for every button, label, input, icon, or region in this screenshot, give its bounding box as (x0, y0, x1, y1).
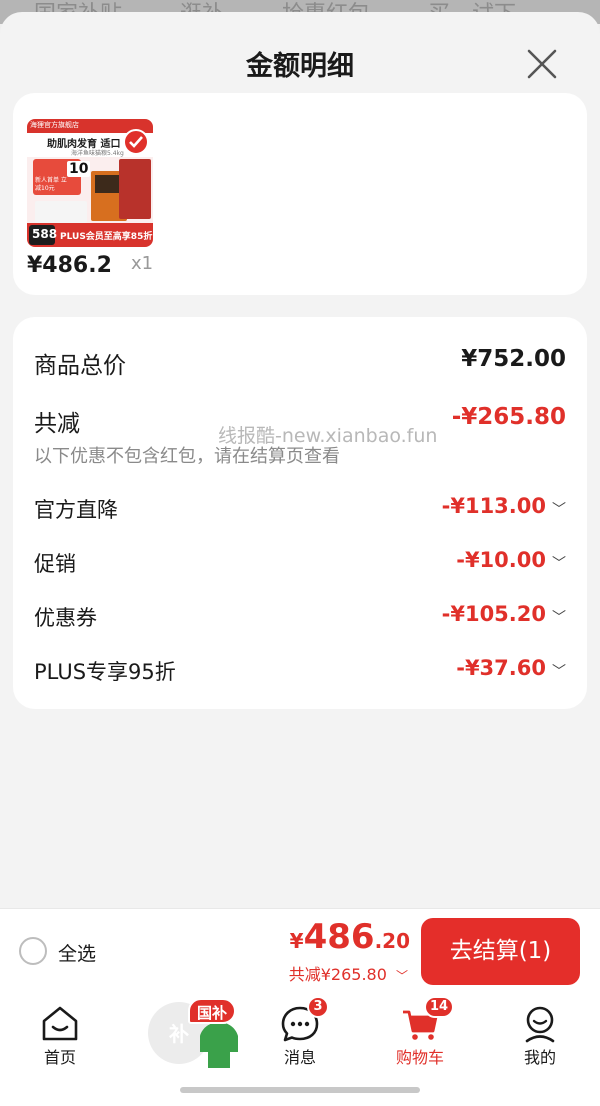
price-currency: ¥ (289, 929, 304, 953)
message-badge: 3 (307, 996, 329, 1018)
thumb-promo-text: PLUS会员至高享85折 (60, 232, 153, 242)
chevron-down-icon: ﹀ (395, 969, 408, 983)
checkout-bar: 全选 ¥486.20 共减¥265.80 ﹀ 去结算(1) (0, 908, 600, 992)
discount-row-official[interactable]: 官方直降 -¥113.00 ﹀ (34, 494, 566, 524)
check-icon (123, 129, 149, 155)
discount-label: PLUS专享95折 (34, 660, 176, 684)
tab-cart[interactable]: 14 购物车 (360, 992, 480, 1072)
discount-row-coupon[interactable]: 优惠券 -¥105.20 ﹀ (34, 602, 566, 632)
home-icon (42, 1006, 78, 1041)
select-all-label[interactable]: 全选 (58, 939, 96, 966)
watermark: 线报酷-new.xianbao.fun (218, 425, 438, 447)
tab-profile[interactable]: 我的 (480, 992, 600, 1072)
discount-value: -¥37.60 (456, 656, 546, 680)
thumb-sub: 海洋鱼味猫粮5.4kg (71, 150, 124, 157)
select-all-checkbox[interactable] (19, 937, 47, 965)
chevron-down-icon: ﹀ (552, 663, 566, 680)
discount-value: -¥113.00 (441, 494, 546, 518)
tab-home[interactable]: 首页 (0, 992, 120, 1072)
discount-value: -¥10.00 (456, 548, 546, 572)
checkout-button[interactable]: 去结算(1) (421, 918, 580, 985)
discount-label: 官方直降 (34, 498, 118, 522)
chevron-down-icon: ﹀ (552, 555, 566, 572)
price-decimal: .20 (374, 929, 410, 953)
tab-label: 首页 (43, 1048, 76, 1067)
product-card: 海狸官方旗舰店 助肌肉发育 适口 海洋鱼味猫粮5.4kg 10 新人首单 立减1… (13, 93, 587, 295)
total-price-value: ¥752.00 (461, 346, 566, 372)
close-icon (527, 49, 557, 79)
discount-value: -¥105.20 (441, 602, 546, 626)
subsidy-badge: 国补 (188, 998, 236, 1024)
cart-badge: 14 (424, 996, 454, 1018)
total-reduction-value: -¥265.80 (451, 404, 566, 430)
thumb-coupon-value: 10 (67, 161, 91, 177)
discount-label: 优惠券 (34, 606, 97, 630)
product-thumbnail[interactable]: 海狸官方旗舰店 助肌肉发育 适口 海洋鱼味猫粮5.4kg 10 新人首单 立减1… (27, 119, 153, 247)
sheet-title: 金额明细 (246, 51, 354, 82)
total-reduction-label: 共减 (34, 411, 80, 437)
product-price: ¥486.2 (27, 253, 112, 278)
tab-messages[interactable]: 3 消息 (240, 992, 360, 1072)
checkout-discount-text: 共减¥265.80 (288, 965, 387, 984)
thumb-promo-price: 588 (32, 227, 58, 241)
product-quantity: x1 (131, 253, 154, 274)
checkout-discount-toggle[interactable]: 共减¥265.80 ﹀ (289, 961, 408, 985)
home-indicator (180, 1087, 420, 1093)
profile-icon (525, 1006, 555, 1043)
tab-subsidy[interactable]: 补 国补 (120, 992, 240, 1072)
thumb-coupon-text: 新人首单 立减10元 (35, 177, 67, 192)
total-price-row: 商品总价 ¥752.00 (34, 346, 566, 379)
tab-label: 购物车 (395, 1048, 444, 1067)
chevron-down-icon: ﹀ (552, 609, 566, 626)
price-detail-card: 商品总价 ¥752.00 共减 -¥265.80 以下优惠不包含红包，请在结算页… (13, 317, 587, 709)
discount-row-plus[interactable]: PLUS专享95折 -¥37.60 ﹀ (34, 656, 566, 686)
tab-label: 我的 (523, 1048, 556, 1067)
close-button[interactable] (520, 42, 564, 86)
checkout-total-price: ¥486.20 (290, 917, 410, 957)
discount-row-promotion[interactable]: 促销 -¥10.00 ﹀ (34, 548, 566, 578)
discount-label: 促销 (34, 552, 76, 576)
tab-label: 消息 (283, 1048, 316, 1067)
total-price-label: 商品总价 (34, 353, 126, 379)
chevron-down-icon: ﹀ (552, 501, 566, 518)
thumb-shop: 海狸官方旗舰店 (30, 121, 79, 129)
price-integer: 486 (303, 917, 375, 957)
